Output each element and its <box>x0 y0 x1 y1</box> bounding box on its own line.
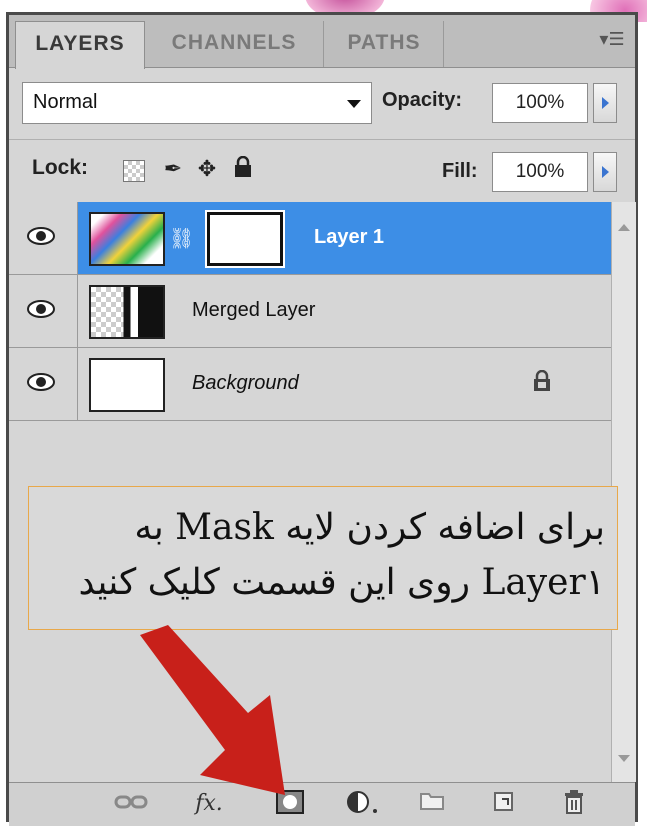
fill-slider-arrow-icon[interactable] <box>593 152 617 192</box>
blend-row: Normal Opacity: 100% <box>9 67 635 140</box>
layer-thumbnail[interactable] <box>89 285 165 339</box>
tab-paths[interactable]: PATHS <box>325 21 444 67</box>
opacity-slider-arrow-icon[interactable] <box>593 83 617 123</box>
layer-name: Merged Layer <box>192 299 316 321</box>
blend-mode-select[interactable]: Normal <box>22 82 372 124</box>
layer-row-layer-1[interactable]: ⛓ Layer 1 <box>9 202 611 275</box>
blend-mode-value: Normal <box>33 91 98 113</box>
scroll-down-icon[interactable] <box>618 755 630 762</box>
opacity-field[interactable]: 100% <box>492 83 588 123</box>
lock-label: Lock: <box>32 156 89 179</box>
adjustment-icon[interactable] <box>343 789 383 819</box>
lock-all-icon[interactable] <box>231 155 255 182</box>
chain-link-icon[interactable]: ⛓ <box>169 226 194 251</box>
callout-line-1: برای اضافه کردن لایه Mask به <box>134 507 605 548</box>
scroll-up-icon[interactable] <box>618 224 630 231</box>
lock-position-move-icon[interactable]: ✥ <box>195 156 219 182</box>
layer-name: Background <box>192 372 299 394</box>
callout-line-2: Layer۱ روی این قسمت کلیک کنید <box>78 562 605 603</box>
layer-mask-thumbnail[interactable] <box>205 210 285 268</box>
instruction-callout: برای اضافه کردن لایه Mask به Layer۱ روی … <box>28 486 618 630</box>
tab-bar: LAYERS CHANNELS PATHS ▾☰ <box>9 15 635 69</box>
opacity-label: Opacity: <box>382 89 463 111</box>
eye-icon <box>27 227 55 245</box>
visibility-toggle[interactable] <box>9 348 78 420</box>
lock-image-brush-icon[interactable]: ✒ <box>161 156 185 182</box>
red-pointer-arrow-icon <box>140 625 285 795</box>
visibility-toggle[interactable] <box>9 275 78 347</box>
chevron-down-icon <box>347 100 361 108</box>
visibility-toggle[interactable] <box>9 202 78 274</box>
lock-icon <box>533 369 551 397</box>
eye-icon <box>27 300 55 318</box>
lock-row: Lock: ✒ ✥ Fill: 100% <box>9 140 635 203</box>
tab-channels[interactable]: CHANNELS <box>145 21 324 67</box>
layer-row-background[interactable]: Background <box>9 348 611 421</box>
fill-field[interactable]: 100% <box>492 152 588 192</box>
lock-transparency-icon[interactable] <box>123 160 145 182</box>
panel-menu-icon[interactable]: ▾☰ <box>599 29 625 51</box>
folder-icon[interactable] <box>417 789 447 819</box>
fill-label: Fill: <box>442 160 478 182</box>
new-layer-icon[interactable] <box>489 789 519 819</box>
layer-thumbnail[interactable] <box>89 358 165 412</box>
layer-name: Layer 1 <box>314 226 385 248</box>
layer-thumbnail[interactable] <box>89 212 165 266</box>
layer-row-merged-layer[interactable]: Merged Layer <box>9 275 611 348</box>
trash-icon[interactable] <box>559 789 589 819</box>
tab-layers[interactable]: LAYERS <box>15 21 145 69</box>
eye-icon <box>27 373 55 391</box>
